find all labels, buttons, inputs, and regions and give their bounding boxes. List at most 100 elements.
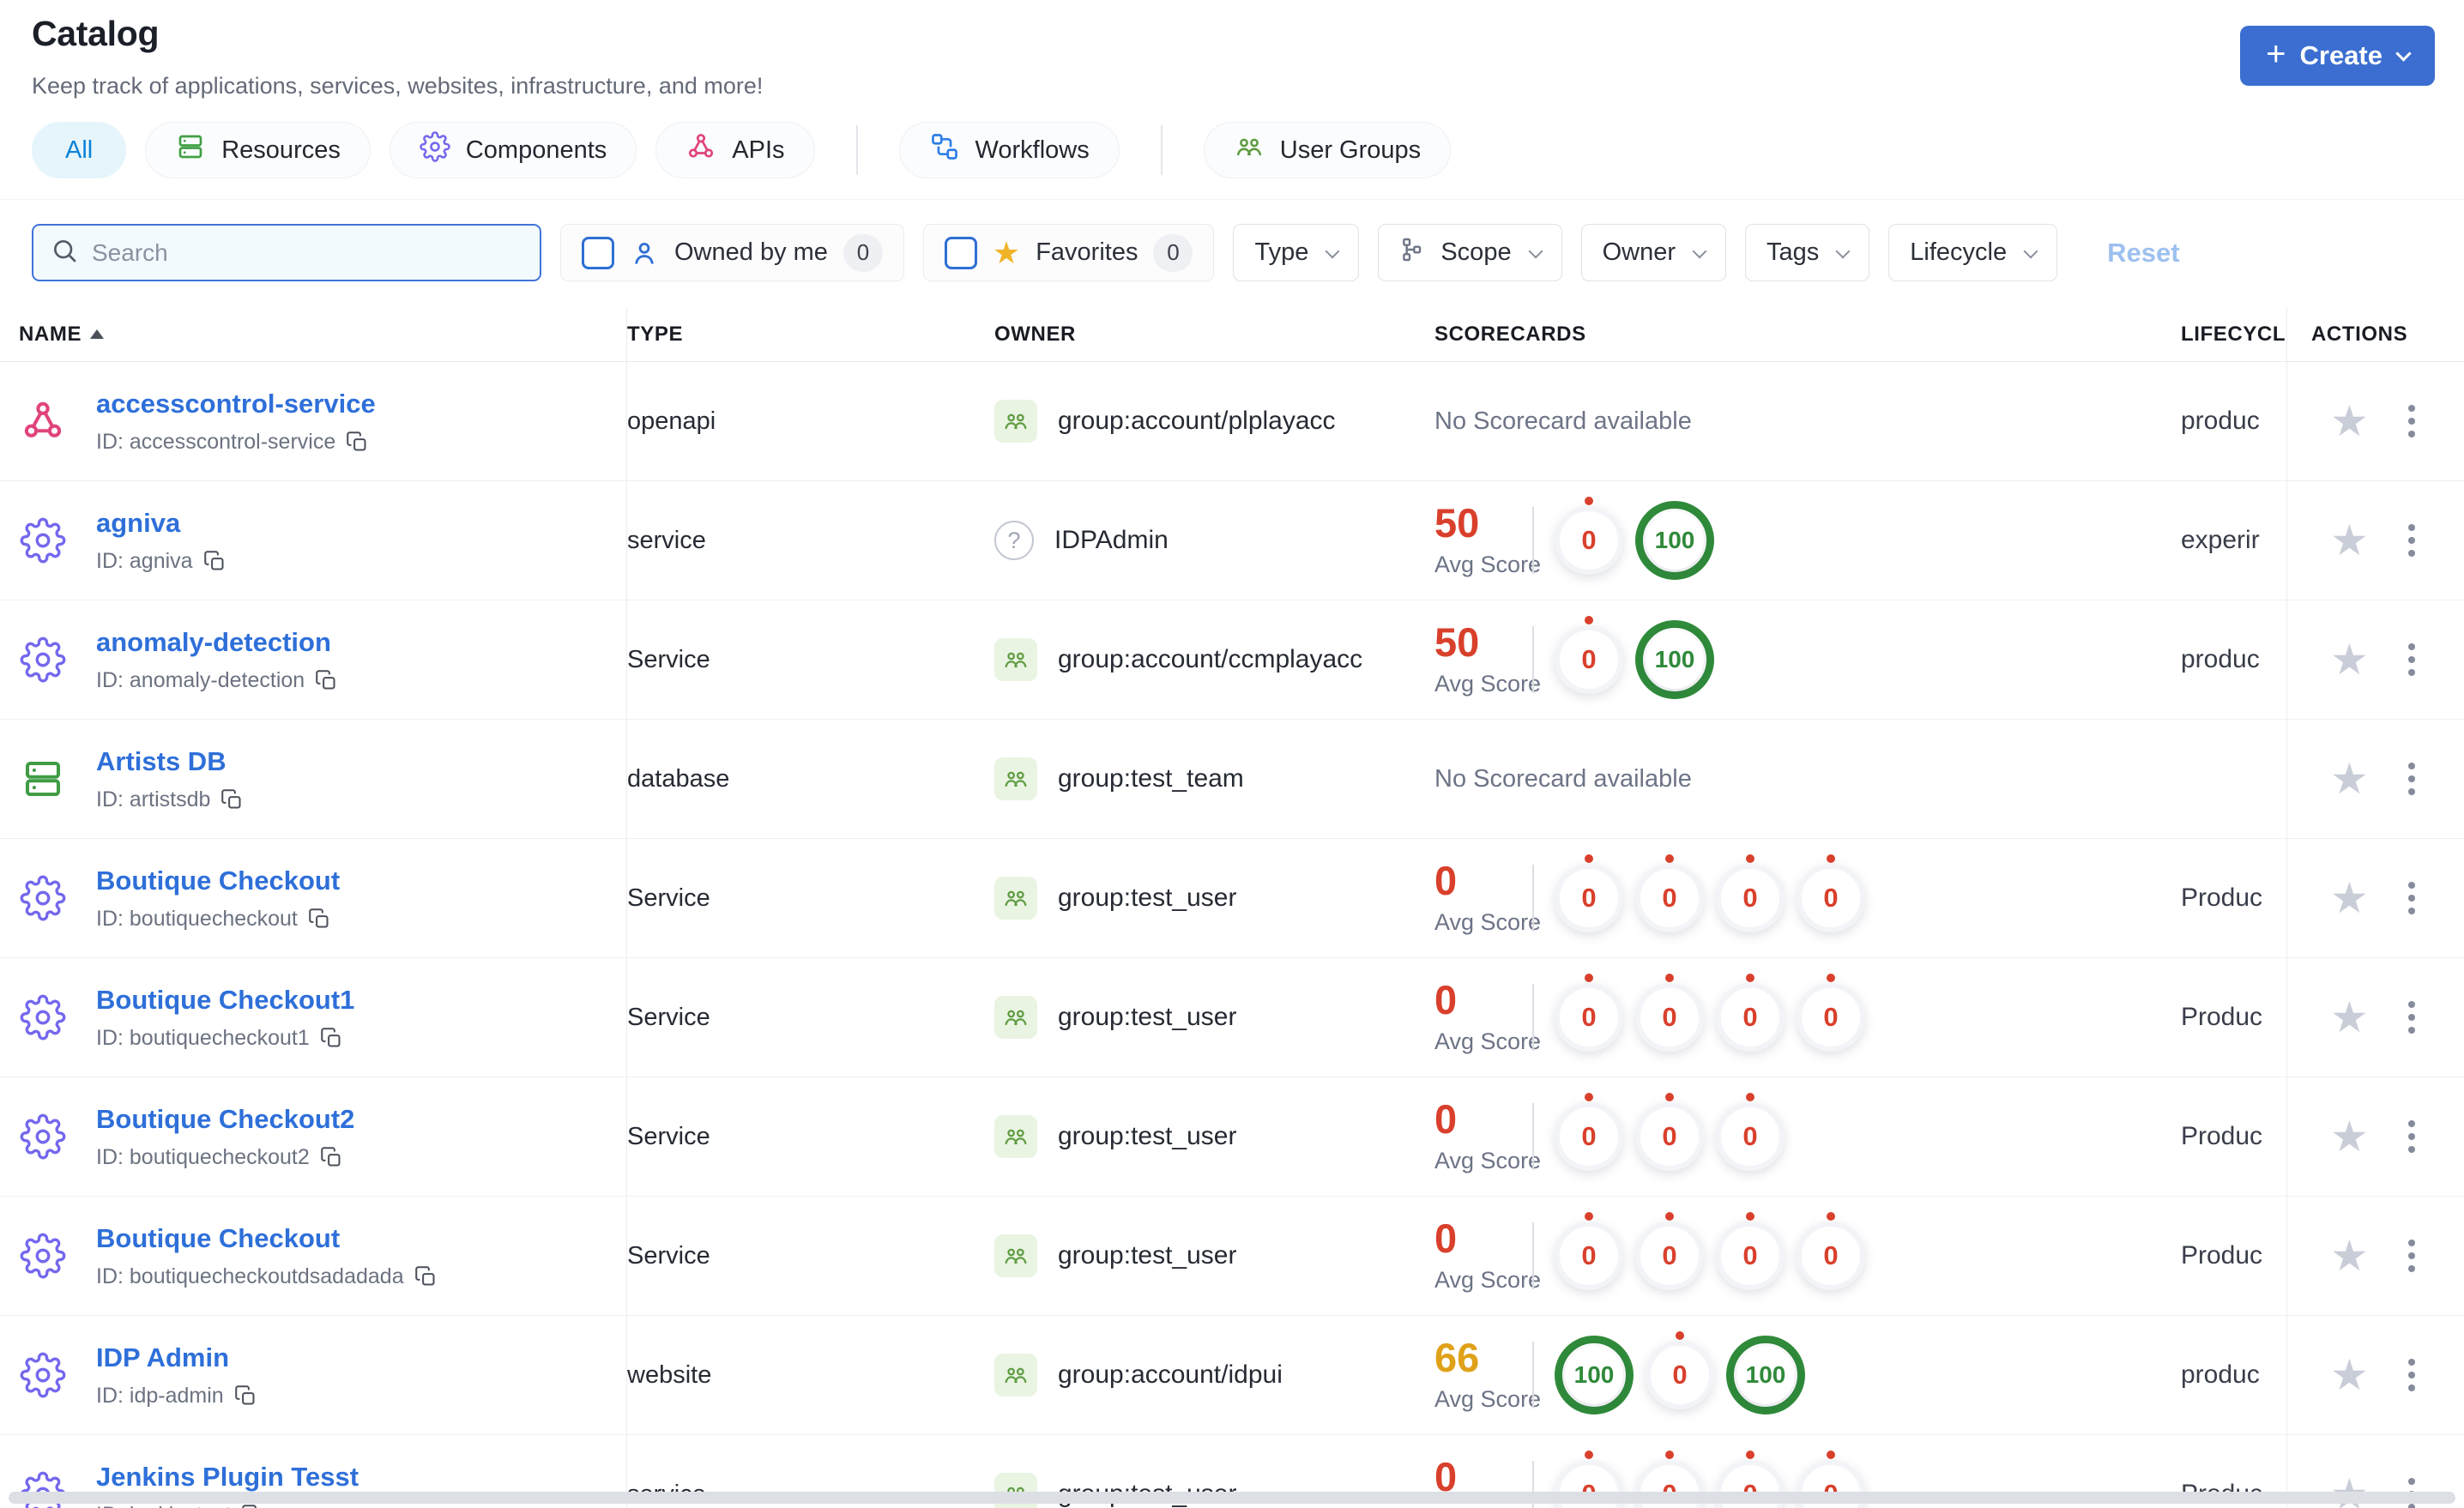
entity-name-link[interactable]: Artists DB	[96, 746, 244, 777]
owned-by-me-checkbox[interactable]	[582, 236, 614, 269]
no-scorecard-text: No Scorecard available	[1434, 764, 1692, 793]
column-header-type: TYPE	[627, 322, 684, 346]
reset-filters-link[interactable]: Reset	[2107, 238, 2179, 268]
copy-icon[interactable]	[203, 550, 226, 573]
kebab-menu-icon[interactable]	[2403, 1354, 2420, 1396]
column-header-name[interactable]: NAME	[0, 307, 627, 361]
gear-icon	[19, 1352, 67, 1398]
favorite-star-icon[interactable]: ★	[2330, 877, 2369, 920]
chevron-down-icon	[1692, 244, 1707, 258]
score-divider	[1532, 1103, 1534, 1170]
lifecycle-dropdown[interactable]: Lifecycle	[1888, 224, 2058, 281]
entity-id: ID: idp-admin	[96, 1383, 224, 1408]
search-icon	[51, 237, 78, 268]
scorecard-ring-pass: 100	[1635, 501, 1714, 580]
tab-user-groups[interactable]: User Groups	[1203, 122, 1452, 178]
copy-icon[interactable]	[320, 1027, 343, 1050]
owner-label: group:test_user	[1058, 1241, 1237, 1270]
favorite-star-icon[interactable]: ★	[2330, 1354, 2369, 1396]
owner-label: IDPAdmin	[1054, 526, 1169, 554]
copy-icon[interactable]	[320, 1146, 343, 1169]
group-icon	[994, 1234, 1037, 1277]
score-divider	[1532, 984, 1534, 1051]
kebab-menu-icon[interactable]	[2403, 757, 2420, 800]
tags-dropdown[interactable]: Tags	[1745, 224, 1870, 281]
table-row: Boutique Checkout1 ID: boutiquecheckout1…	[0, 958, 2464, 1077]
kebab-menu-icon[interactable]	[2403, 877, 2420, 920]
favorite-star-icon[interactable]: ★	[2330, 996, 2369, 1039]
table-row: IDP Admin ID: idp-admin website group:ac…	[0, 1316, 2464, 1435]
scorecard-ring-pass: 100	[1555, 1336, 1634, 1415]
entity-name-link[interactable]: anomaly-detection	[96, 627, 338, 658]
avg-score-label: Avg Score	[1434, 909, 1542, 935]
tab-label: Components	[465, 136, 607, 164]
gear-icon	[19, 875, 67, 921]
table-row: Boutique Checkout ID: boutiquecheckoutds…	[0, 1197, 2464, 1316]
copy-icon[interactable]	[414, 1265, 438, 1288]
type-dropdown[interactable]: Type	[1233, 224, 1360, 281]
row-actions: ★	[2286, 839, 2464, 957]
favorite-star-icon[interactable]: ★	[2330, 638, 2369, 681]
owner-label: group:test_team	[1058, 764, 1244, 793]
gear-icon	[420, 131, 450, 169]
entity-name-link[interactable]: IDP Admin	[96, 1342, 257, 1373]
entity-id: ID: boutiquecheckout	[96, 906, 298, 931]
entity-id: ID: boutiquecheckoutdsadadada	[96, 1264, 404, 1288]
type-value: Service	[627, 1122, 710, 1150]
owner-dropdown[interactable]: Owner	[1580, 224, 1726, 281]
no-scorecard-text: No Scorecard available	[1434, 407, 1692, 435]
scorecard-circles: 000	[1555, 1093, 1785, 1171]
avg-score-value: 50	[1434, 619, 1480, 665]
group-icon	[994, 1354, 1037, 1396]
group-icon	[994, 877, 1037, 920]
favorite-star-icon[interactable]: ★	[2330, 1234, 2369, 1277]
create-button[interactable]: + Create	[2240, 26, 2435, 86]
scorecards-cell: No Scorecard available	[1434, 720, 2181, 838]
scorecard-ring-fail: 0	[1646, 1331, 1714, 1409]
kebab-menu-icon[interactable]	[2403, 638, 2420, 681]
scorecard-ring-fail: 0	[1716, 1212, 1785, 1290]
copy-icon[interactable]	[308, 908, 331, 931]
tab-components[interactable]: Components	[389, 122, 637, 178]
tab-workflows[interactable]: Workflows	[898, 122, 1120, 178]
kebab-menu-icon[interactable]	[2403, 400, 2420, 443]
copy-icon[interactable]	[315, 669, 338, 692]
kebab-menu-icon[interactable]	[2403, 1234, 2420, 1277]
copy-icon[interactable]	[346, 431, 369, 454]
chevron-down-icon	[1528, 244, 1543, 258]
kebab-menu-icon[interactable]	[2403, 519, 2420, 562]
horizontal-scrollbar[interactable]	[9, 1492, 2455, 1504]
user-groups-icon	[1234, 131, 1265, 169]
favorite-star-icon[interactable]: ★	[2330, 1115, 2369, 1158]
tab-apis[interactable]: APIs	[655, 122, 815, 178]
row-actions: ★	[2286, 1316, 2464, 1434]
entity-name-link[interactable]: agniva	[96, 508, 226, 539]
entity-name-link[interactable]: accesscontrol-service	[96, 389, 376, 419]
search-input[interactable]	[92, 238, 522, 267]
entity-name-link[interactable]: Boutique Checkout1	[96, 985, 354, 1016]
avg-score-label: Avg Score	[1434, 671, 1542, 697]
scope-dropdown[interactable]: Scope	[1378, 224, 1562, 281]
entity-name-link[interactable]: Jenkins Plugin Tesst	[96, 1462, 359, 1493]
favorites-checkbox[interactable]	[944, 236, 977, 269]
row-actions: ★	[2286, 481, 2464, 600]
scorecard-ring-fail: 0	[1635, 1093, 1704, 1171]
entity-name-link[interactable]: Boutique Checkout	[96, 866, 340, 896]
kebab-menu-icon[interactable]	[2403, 996, 2420, 1039]
favorite-star-icon[interactable]: ★	[2330, 757, 2369, 800]
entity-name-link[interactable]: Boutique Checkout2	[96, 1104, 354, 1135]
owner-label: group:account/idpui	[1058, 1360, 1283, 1389]
tab-group-divider	[1160, 125, 1163, 175]
copy-icon[interactable]	[220, 788, 244, 811]
entity-name-link[interactable]: Boutique Checkout	[96, 1223, 438, 1254]
copy-icon[interactable]	[241, 1504, 264, 1508]
kebab-menu-icon[interactable]	[2403, 1115, 2420, 1158]
type-value: Service	[627, 884, 710, 912]
tab-all[interactable]: All	[32, 122, 127, 178]
favorite-star-icon[interactable]: ★	[2330, 400, 2369, 443]
tab-resources[interactable]: Resources	[145, 122, 371, 178]
avg-score: 0 Avg Score	[1434, 980, 1541, 1055]
copy-icon[interactable]	[234, 1384, 257, 1408]
scorecard-ring-fail: 0	[1635, 974, 1704, 1052]
favorite-star-icon[interactable]: ★	[2330, 519, 2369, 562]
